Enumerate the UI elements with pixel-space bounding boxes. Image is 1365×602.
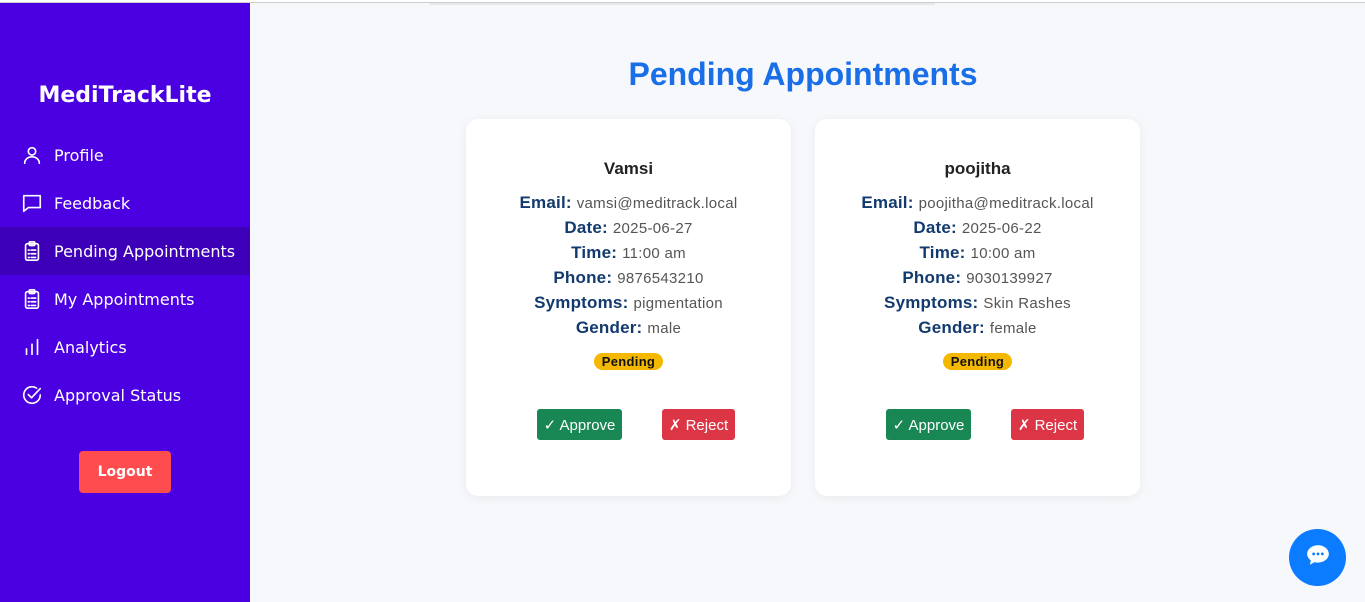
status-badge: Pending bbox=[942, 353, 1013, 370]
gender-label: Gender: bbox=[918, 318, 985, 337]
sidebar-nav: Profile Feedback Pending Appointments My… bbox=[0, 131, 250, 419]
sidebar-item-analytics[interactable]: Analytics bbox=[0, 323, 250, 371]
symptoms-row: Symptoms: pigmentation bbox=[466, 290, 791, 315]
email-row: Email: vamsi@meditrack.local bbox=[466, 190, 791, 215]
symptoms-label: Symptoms: bbox=[534, 293, 629, 312]
reject-button[interactable]: ✗ Reject bbox=[662, 409, 735, 440]
gender-row: Gender: female bbox=[815, 315, 1140, 340]
logout-button[interactable]: Logout bbox=[79, 451, 171, 493]
approve-button[interactable]: ✓ Approve bbox=[537, 409, 622, 440]
date-row: Date: 2025-06-22 bbox=[815, 215, 1140, 240]
time-row: Time: 10:00 am bbox=[815, 240, 1140, 265]
patient-name: poojitha bbox=[944, 159, 1011, 178]
sidebar: MediTrackLite Profile Feedback Pending A… bbox=[0, 3, 250, 602]
appointment-card: poojitha Email: poojitha@meditrack.local … bbox=[815, 119, 1140, 496]
brand-title: MediTrackLite bbox=[38, 83, 212, 108]
sidebar-item-my-appointments[interactable]: My Appointments bbox=[0, 275, 250, 323]
phone-row: Phone: 9030139927 bbox=[815, 265, 1140, 290]
email-value: vamsi@meditrack.local bbox=[576, 195, 738, 212]
message-icon bbox=[20, 191, 44, 215]
phone-label: Phone: bbox=[553, 268, 613, 287]
gender-value: male bbox=[647, 320, 682, 337]
date-value: 2025-06-27 bbox=[612, 220, 693, 237]
time-label: Time: bbox=[571, 243, 618, 262]
sidebar-item-label: Pending Appointments bbox=[54, 241, 236, 261]
appointment-details: Email: poojitha@meditrack.local Date: 2025… bbox=[815, 190, 1140, 340]
top-scroll-indicator bbox=[430, 3, 935, 5]
email-label: Email: bbox=[861, 193, 914, 212]
date-label: Date: bbox=[564, 218, 608, 237]
symptoms-value: Skin Rashes bbox=[983, 295, 1071, 312]
approve-button[interactable]: ✓ Approve bbox=[886, 409, 971, 440]
time-row: Time: 11:00 am bbox=[466, 240, 791, 265]
patient-name: Vamsi bbox=[603, 159, 654, 178]
symptoms-value: pigmentation bbox=[633, 295, 723, 312]
user-icon bbox=[20, 143, 44, 167]
clipboard-icon bbox=[20, 239, 44, 263]
sidebar-item-label: Feedback bbox=[54, 193, 131, 213]
symptoms-label: Symptoms: bbox=[884, 293, 979, 312]
sidebar-item-approval-status[interactable]: Approval Status bbox=[0, 371, 250, 419]
chat-bubble-icon bbox=[1305, 542, 1331, 573]
time-value: 10:00 am bbox=[970, 245, 1036, 262]
phone-row: Phone: 9876543210 bbox=[466, 265, 791, 290]
appointment-card: Vamsi Email: vamsi@meditrack.local Date: 2… bbox=[466, 119, 791, 496]
email-label: Email: bbox=[519, 193, 572, 212]
bar-chart-icon bbox=[20, 335, 44, 359]
sidebar-item-label: My Appointments bbox=[54, 289, 195, 309]
check-circle-icon bbox=[20, 383, 44, 407]
time-label: Time: bbox=[919, 243, 966, 262]
sidebar-item-profile[interactable]: Profile bbox=[0, 131, 250, 179]
appointment-details: Email: vamsi@meditrack.local Date: 2025-06… bbox=[466, 190, 791, 340]
sidebar-item-feedback[interactable]: Feedback bbox=[0, 179, 250, 227]
email-row: Email: poojitha@meditrack.local bbox=[815, 190, 1140, 215]
reject-button[interactable]: ✗ Reject bbox=[1011, 409, 1084, 440]
sidebar-item-label: Approval Status bbox=[54, 385, 182, 405]
chat-button[interactable] bbox=[1289, 529, 1346, 586]
clipboard-icon bbox=[20, 287, 44, 311]
gender-row: Gender: male bbox=[466, 315, 791, 340]
status-badge: Pending bbox=[593, 353, 664, 370]
phone-label: Phone: bbox=[902, 268, 962, 287]
sidebar-item-label: Analytics bbox=[54, 337, 127, 357]
page-title: Pending Appointments bbox=[628, 56, 978, 92]
phone-value: 9030139927 bbox=[966, 270, 1053, 287]
email-value: poojitha@meditrack.local bbox=[918, 195, 1094, 212]
date-label: Date: bbox=[913, 218, 957, 237]
sidebar-item-pending-appointments[interactable]: Pending Appointments bbox=[0, 227, 250, 275]
sidebar-item-label: Profile bbox=[54, 145, 104, 165]
symptoms-row: Symptoms: Skin Rashes bbox=[815, 290, 1140, 315]
phone-value: 9876543210 bbox=[617, 270, 704, 287]
date-row: Date: 2025-06-27 bbox=[466, 215, 791, 240]
gender-value: female bbox=[989, 320, 1037, 337]
date-value: 2025-06-22 bbox=[961, 220, 1042, 237]
time-value: 11:00 am bbox=[622, 245, 686, 262]
gender-label: Gender: bbox=[575, 318, 643, 337]
